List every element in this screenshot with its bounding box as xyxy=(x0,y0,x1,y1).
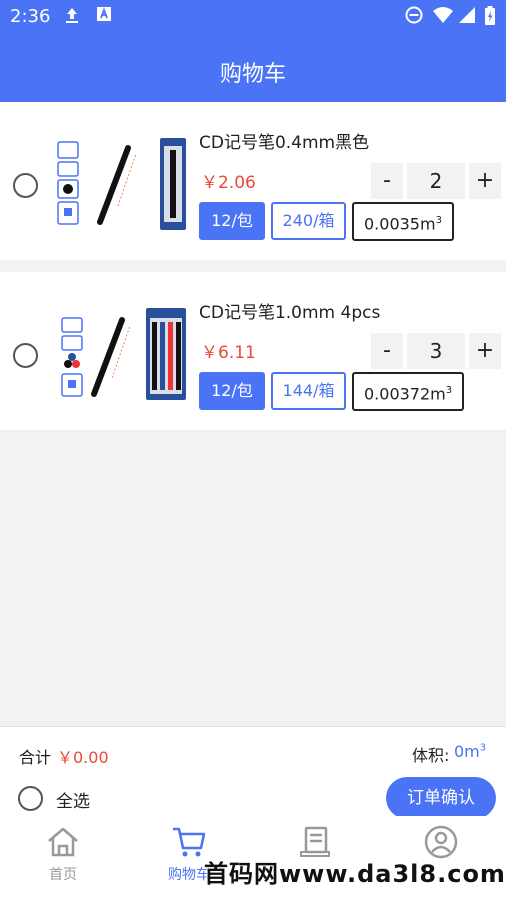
select-all-label[interactable]: 全选 xyxy=(56,787,90,812)
volume-total: 0m3 xyxy=(454,742,486,761)
status-bar: 2:36 xyxy=(0,0,506,34)
header: 购物车 xyxy=(0,34,506,102)
volume-total-value: 0m xyxy=(454,742,480,761)
item-volume-exponent: 3 xyxy=(435,215,442,226)
item-volume-exponent: 3 xyxy=(445,385,453,396)
cart-item: CD记号笔0.4mm黑色 ￥2.06 - 2 + 12/包 240/箱 0.00… xyxy=(0,102,506,260)
watermark: 首码网www.da3l8.com xyxy=(204,860,506,888)
home-icon xyxy=(48,827,78,857)
product-thumbnail[interactable] xyxy=(52,302,190,402)
app-a-icon xyxy=(96,6,112,26)
quantity-value[interactable]: 3 xyxy=(407,333,465,369)
pack-unit-tag[interactable]: 12/包 xyxy=(199,202,265,240)
tab-home[interactable]: 首页 xyxy=(0,816,126,900)
volume-total-exponent: 3 xyxy=(479,742,487,754)
item-volume-value: 0.00372m xyxy=(364,384,446,404)
quantity-decrease-button[interactable]: - xyxy=(371,333,403,369)
cart-icon xyxy=(173,827,206,857)
total-label: 合计 xyxy=(19,748,52,767)
cart-item: CD记号笔1.0mm 4pcs ￥6.11 - 3 + 12/包 144/箱 0… xyxy=(0,272,506,430)
box-unit-tag[interactable]: 144/箱 xyxy=(271,372,346,410)
box-unit-tag[interactable]: 240/箱 xyxy=(271,202,346,240)
item-select-radio[interactable] xyxy=(13,173,38,198)
pack-unit-tag[interactable]: 12/包 xyxy=(199,372,265,410)
status-time: 2:36 xyxy=(10,6,51,27)
quantity-increase-button[interactable]: + xyxy=(469,163,501,199)
total-value: ￥0.00 xyxy=(57,748,109,767)
quantity-stepper: - 3 + xyxy=(371,333,501,369)
page-title: 购物车 xyxy=(219,62,286,87)
item-volume-value: 0.0035m xyxy=(364,214,436,234)
upload-icon xyxy=(64,6,80,28)
select-all-radio[interactable] xyxy=(18,786,43,811)
cart-summary-bar: 合计 ￥0.00 体积: 0m3 全选 订单确认 xyxy=(0,726,506,819)
quantity-decrease-button[interactable]: - xyxy=(371,163,403,199)
product-price: ￥6.11 xyxy=(201,343,256,363)
order-confirm-button[interactable]: 订单确认 xyxy=(386,777,496,819)
tab-home-label: 首页 xyxy=(49,867,77,883)
battery-icon xyxy=(484,6,496,30)
product-name[interactable]: CD记号笔1.0mm 4pcs xyxy=(199,298,380,323)
product-price: ￥2.06 xyxy=(201,173,256,193)
quantity-stepper: - 2 + xyxy=(371,163,501,199)
item-select-radio[interactable] xyxy=(13,343,38,368)
product-name[interactable]: CD记号笔0.4mm黑色 xyxy=(199,128,369,153)
signal-icon xyxy=(458,6,476,28)
item-volume-tag: 0.00372m3 xyxy=(352,372,465,411)
dnd-icon xyxy=(405,6,423,28)
quantity-value[interactable]: 2 xyxy=(407,163,465,199)
quantity-increase-button[interactable]: + xyxy=(469,333,501,369)
volume-label: 体积: xyxy=(412,746,450,765)
product-thumbnail[interactable] xyxy=(52,132,190,232)
item-volume-tag: 0.0035m3 xyxy=(352,202,454,241)
wifi-icon xyxy=(432,6,454,28)
